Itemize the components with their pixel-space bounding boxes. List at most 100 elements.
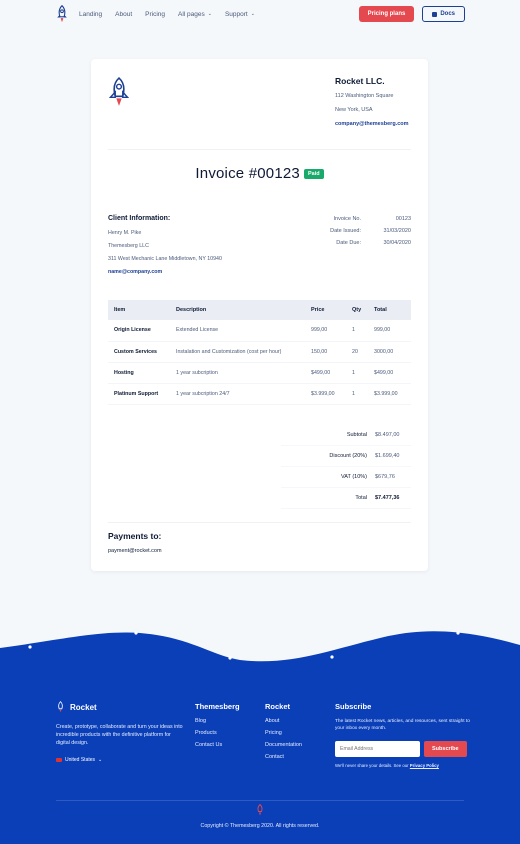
- meta-label: Date Due:: [336, 240, 361, 246]
- footer-brand: Rocket Create, prototype, collaborate an…: [56, 701, 186, 763]
- totals-row-grand-total: Total $7.477,36: [281, 488, 411, 509]
- email-input[interactable]: [335, 741, 420, 757]
- footer-link-documentation[interactable]: Documentation: [265, 742, 302, 748]
- footer-column-themesberg: Themesberg Blog Products Contact Us: [195, 702, 240, 754]
- nav-link-support[interactable]: Support ⌄: [225, 11, 255, 18]
- cell-qty: 1: [346, 383, 368, 405]
- cell-price: $3.999,00: [305, 383, 346, 405]
- footer-column-rocket: Rocket About Pricing Documentation Conta…: [265, 702, 302, 766]
- subscribe-heading: Subscribe: [335, 702, 372, 711]
- footer-link-products[interactable]: Products: [195, 730, 240, 736]
- invoice-heading: Invoice #00123 Paid: [91, 165, 428, 182]
- footer-link-blog[interactable]: Blog: [195, 718, 240, 724]
- navbar: Landing About Pricing All pages ⌄ Support…: [0, 0, 520, 28]
- cell-description: 1 year subcription: [170, 362, 305, 384]
- invoice-title: Invoice #00123: [195, 165, 300, 182]
- totals-row: Discount (20%) $1.699,40: [281, 446, 411, 467]
- language-selector[interactable]: United States ⌄: [56, 757, 186, 763]
- cell-item: Platinum Support: [108, 383, 170, 405]
- column-header-description: Description: [170, 300, 305, 320]
- meta-row: Date Due: 30/04/2020: [301, 240, 411, 246]
- rocket-icon: [108, 77, 130, 106]
- footer-link-about[interactable]: About: [265, 718, 302, 724]
- subscribe-button[interactable]: Subscribe: [424, 741, 467, 757]
- payments-email: payment@rocket.com: [108, 548, 162, 554]
- chevron-down-icon: ⌄: [207, 11, 212, 17]
- docs-button[interactable]: Docs: [422, 6, 465, 22]
- divider: [108, 149, 411, 150]
- cell-qty: 20: [346, 341, 368, 363]
- footer-link-contact-us[interactable]: Contact Us: [195, 742, 240, 748]
- totals-value: $7.477,36: [375, 495, 400, 501]
- cell-price: 150,00: [305, 341, 346, 363]
- chevron-down-icon: ⌄: [98, 757, 103, 763]
- cell-total: $499,00: [368, 362, 411, 384]
- cell-qty: 1: [346, 362, 368, 384]
- cell-qty: 1: [346, 320, 368, 342]
- cell-item: Hosting: [108, 362, 170, 384]
- nav-link-landing[interactable]: Landing: [79, 11, 102, 18]
- rocket-icon: [58, 701, 63, 713]
- cell-item: Custom Services: [108, 341, 170, 363]
- totals-label: Total: [355, 495, 367, 501]
- subscribe-form: Subscribe: [335, 741, 470, 757]
- table-row: Custom Services Instalation and Customiz…: [108, 341, 411, 363]
- invoice-card: Rocket LLC. 112 Washington Square New Yo…: [91, 59, 428, 571]
- nav-link-pricing[interactable]: Pricing: [145, 11, 165, 18]
- totals-row: Subtotal $8.497,00: [281, 425, 411, 446]
- us-flag-icon: [56, 758, 62, 762]
- subscribe-description: The latest Rocket news, articles, and re…: [335, 719, 470, 731]
- company-address-line2: New York, USA: [335, 107, 373, 113]
- language-label: United States: [65, 757, 96, 763]
- column-header-item: Item: [108, 300, 170, 320]
- copyright-text: Copyright © Themesberg 2020. All rights …: [200, 823, 320, 829]
- footer-column-heading: Rocket: [265, 702, 291, 711]
- docs-button-label: Docs: [440, 11, 455, 17]
- payments-heading: Payments to:: [108, 531, 162, 541]
- meta-row: Invoice No. 00123: [301, 216, 411, 222]
- rocket-logo-icon[interactable]: [55, 5, 69, 23]
- subscribe-section: Subscribe The latest Rocket news, articl…: [335, 702, 470, 768]
- meta-label: Invoice No.: [333, 216, 361, 222]
- cell-total: 3000,00: [368, 341, 411, 363]
- company-name: Rocket LLC.: [335, 76, 385, 86]
- footer-column-heading: Themesberg: [195, 702, 240, 711]
- client-info: Client Information: Henry M. Pike Themes…: [108, 215, 222, 275]
- invoice-items-table: Item Description Price Qty Total Origin …: [108, 300, 411, 405]
- nav-link-all-pages[interactable]: All pages ⌄: [178, 11, 212, 18]
- nav-link-all-pages-label: All pages: [178, 10, 205, 18]
- cell-total: 999,00: [368, 320, 411, 342]
- footer-logo[interactable]: Rocket: [56, 701, 186, 713]
- footer-divider: [56, 800, 464, 801]
- footer: Rocket Create, prototype, collaborate an…: [0, 665, 520, 844]
- nav-link-about[interactable]: About: [115, 11, 132, 18]
- cell-item: Origin License: [108, 320, 170, 342]
- pricing-plans-button[interactable]: Pricing plans: [358, 6, 415, 22]
- client-email-link[interactable]: name@company.com: [108, 269, 222, 275]
- totals-row: VAT (10%) $679,76: [281, 467, 411, 488]
- column-header-qty: Qty: [346, 300, 368, 320]
- totals-value: $8.497,00: [375, 432, 400, 438]
- table-row: Origin License Extended License 999,00 1…: [108, 320, 411, 342]
- meta-value: 31/03/2020: [383, 228, 411, 234]
- meta-value: 00123: [395, 216, 411, 222]
- footer-brand-name: Rocket: [70, 702, 97, 712]
- privacy-policy-link[interactable]: Privacy Policy: [410, 763, 439, 768]
- table-header-row: Item Description Price Qty Total: [108, 300, 411, 320]
- meta-label: Date Issued:: [330, 228, 361, 234]
- client-name: Henry M. Pike: [108, 230, 142, 236]
- table-row: Hosting 1 year subcription $499,00 1 $49…: [108, 362, 411, 384]
- divider: [108, 522, 411, 523]
- cell-price: 999,00: [305, 320, 346, 342]
- company-email-link[interactable]: company@themesberg.com: [335, 121, 409, 127]
- footer-link-contact[interactable]: Contact: [265, 754, 302, 760]
- footer-link-pricing[interactable]: Pricing: [265, 730, 302, 736]
- totals-label: VAT (10%): [341, 474, 367, 480]
- privacy-note: We'll never share your details. See our …: [335, 763, 470, 768]
- client-company: Themesberg LLC: [108, 243, 149, 249]
- totals-label: Discount (20%): [329, 453, 367, 459]
- meta-row: Date Issued: 31/03/2020: [301, 228, 411, 234]
- payments-section: Payments to: payment@rocket.com: [108, 531, 162, 554]
- meta-value: 30/04/2020: [383, 240, 411, 246]
- company-info: Rocket LLC. 112 Washington Square New Yo…: [335, 76, 409, 127]
